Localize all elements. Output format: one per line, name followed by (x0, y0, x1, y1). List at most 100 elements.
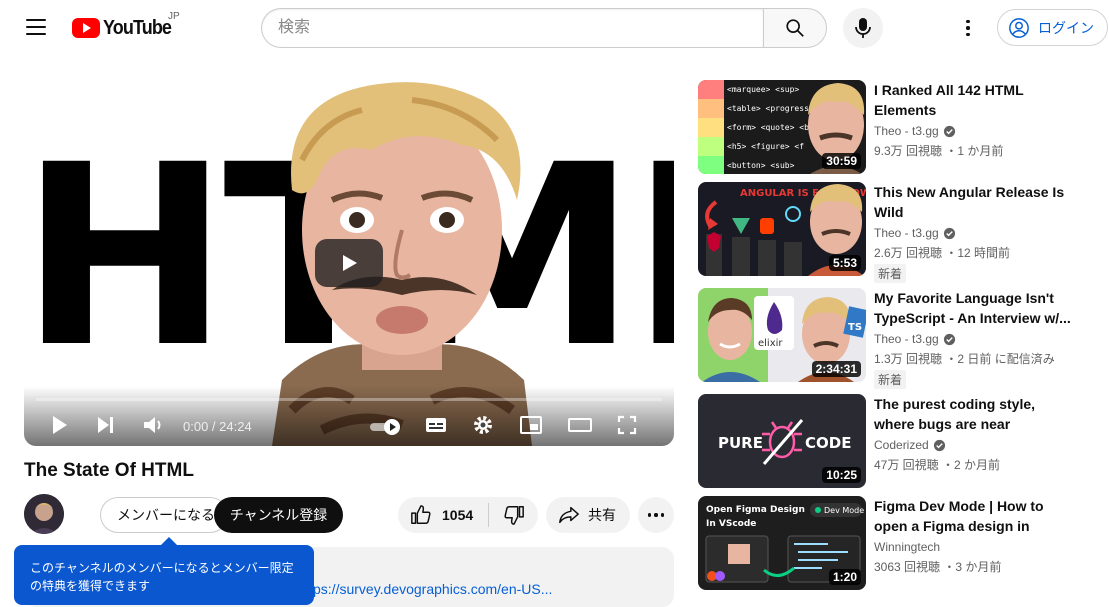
recommendation-channel[interactable]: Coderized (874, 438, 946, 452)
recommendation-thumbnail: Open Figma Design In VScode Dev Mode 1:2… (698, 496, 866, 590)
channel-name: Winningtech (874, 540, 941, 554)
theater-mode-icon[interactable] (567, 414, 593, 436)
dislike-button[interactable] (489, 497, 538, 533)
recommendation-item[interactable]: <marquee> <sup> <table> <progress> <form… (698, 80, 1098, 176)
share-icon (559, 506, 579, 524)
thumbs-down-icon (503, 506, 524, 525)
recommendation-channel[interactable]: Theo - t3.gg (874, 226, 956, 240)
miniplayer-icon[interactable] (519, 414, 543, 436)
autoplay-toggle-icon[interactable] (368, 417, 404, 437)
settings-more-icon[interactable] (954, 14, 982, 42)
video-title: The State Of HTML (24, 460, 194, 481)
recommendation-channel[interactable]: Winningtech (874, 540, 940, 554)
masthead: YouTube JP ログイン (0, 0, 1109, 56)
play-icon[interactable] (48, 414, 70, 436)
description-link[interactable]: ps://survey.devographics.com/en-US... (313, 581, 552, 597)
login-label: ログイン (1038, 19, 1094, 36)
recommendation-item[interactable]: ANGULAR IS FAST NOW?? 5:53 This New Angu… (698, 182, 1098, 283)
recommendation-title: My Favorite Language Isn't TypeScript - … (874, 290, 1071, 326)
tooltip-line-1: このチャンネルのメンバーになるとメンバー限定 (30, 561, 294, 575)
share-button[interactable]: 共有 (546, 497, 630, 533)
dev-mode-label: Dev Mode (824, 506, 864, 515)
menu-icon[interactable] (20, 14, 52, 42)
search-input[interactable] (261, 8, 763, 48)
more-actions-button[interactable] (638, 497, 674, 533)
channel-avatar[interactable] (24, 494, 64, 534)
new-badge: 新着 (874, 264, 907, 283)
recommendation-meta: 2.6万 回視聴 ・12 時間前 (874, 246, 1011, 260)
thumbnail-caption: In VScode (706, 519, 756, 529)
search-button[interactable] (763, 8, 827, 48)
video-player[interactable]: HTML 0:00 / 24:24 (24, 80, 674, 446)
play-logo-icon (72, 18, 100, 38)
tier-tag: <button> <sub> (727, 161, 795, 170)
account-icon (1009, 17, 1029, 38)
voice-search-button[interactable] (843, 8, 883, 48)
settings-gear-icon[interactable] (472, 414, 494, 436)
channel-name: Coderized (874, 438, 929, 452)
share-label: 共有 (588, 507, 616, 523)
recommendation-thumbnail: <marquee> <sup> <table> <progress> <form… (698, 80, 866, 174)
tier-tag: <h5> <figure> <f (727, 142, 804, 151)
recommendation-meta: 1.3万 回視聴 ・2 日前 に配信済み (874, 352, 1055, 366)
recommendation-title: I Ranked All 142 HTML Elements (874, 82, 1024, 118)
volume-icon[interactable] (142, 414, 166, 436)
recommendation-title: Figma Dev Mode | How to open a Figma des… (874, 498, 1044, 534)
region-label: JP (168, 11, 180, 22)
recommendation-thumbnail: ANGULAR IS FAST NOW?? 5:53 (698, 182, 866, 276)
youtube-logo[interactable]: YouTube JP (72, 11, 180, 41)
video-duration: 10:25 (822, 467, 861, 483)
tier-tag: <table> <progress> (727, 104, 814, 113)
progress-bar[interactable] (36, 398, 662, 401)
join-member-button[interactable]: メンバーになる (100, 497, 228, 533)
search-bar (261, 8, 827, 48)
like-dislike-group: 1054 (398, 497, 538, 533)
thumbnail-word: PURE (718, 434, 763, 452)
channel-name: Theo - t3.gg (874, 226, 939, 240)
subscribe-label: チャンネル登録 (229, 507, 328, 523)
tier-tag: <marquee> <sup> (727, 85, 799, 94)
recommendation-item[interactable]: PURE CODE 10:25 The purest coding style,… (698, 394, 1098, 490)
recommendation-title: This New Angular Release Is Wild (874, 184, 1065, 220)
recommendation-channel[interactable]: Theo - t3.gg (874, 332, 956, 346)
video-duration: 2:34:31 (811, 361, 861, 377)
login-button[interactable]: ログイン (997, 9, 1108, 46)
center-play-button[interactable] (315, 239, 383, 287)
recommendation-meta: 3063 回視聴 ・3 か月前 (874, 560, 1002, 574)
time-display: 0:00 / 24:24 (183, 419, 252, 434)
verified-check-icon (943, 333, 955, 345)
join-member-label: メンバーになる (117, 507, 215, 523)
like-count: 1054 (442, 507, 474, 523)
elixir-logo-text: elixir (758, 338, 783, 349)
thumbs-up-icon (411, 505, 431, 524)
recommendation-thumbnail: PURE CODE 10:25 (698, 394, 866, 488)
recommendation-channel[interactable]: Theo - t3.gg (874, 124, 956, 138)
video-duration: 1:20 (828, 569, 861, 585)
microphone-icon (855, 18, 871, 38)
thumbnail-caption: Open Figma Design (706, 505, 805, 515)
subscribe-button[interactable]: チャンネル登録 (214, 497, 343, 533)
like-button[interactable]: 1054 (398, 497, 488, 533)
play-icon (343, 255, 357, 271)
fullscreen-icon[interactable] (616, 414, 638, 436)
recommendation-title: The purest coding style, where bugs are … (874, 396, 1036, 432)
verified-check-icon (933, 439, 945, 451)
recommendation-item[interactable]: Open Figma Design In VScode Dev Mode 1:2… (698, 496, 1098, 592)
video-duration: 5:53 (828, 255, 861, 271)
logo-text: YouTube (103, 16, 172, 39)
player-controls: 0:00 / 24:24 (24, 386, 674, 446)
search-icon (786, 19, 804, 37)
tier-tag: <form> <quote> <b> (727, 123, 814, 132)
thumbnail-word: CODE (805, 434, 851, 452)
recommendation-item[interactable]: elixir TS 2:34:31 My Favorite Language I… (698, 288, 1098, 389)
verified-check-icon (943, 125, 955, 137)
membership-tooltip: このチャンネルのメンバーになるとメンバー限定 の特典を獲得できます (14, 537, 314, 605)
subtitles-icon[interactable] (424, 414, 448, 436)
next-video-icon[interactable] (94, 414, 116, 436)
current-time: 0:00 (183, 419, 209, 434)
tooltip-line-2: の特典を獲得できます (30, 579, 151, 593)
new-badge: 新着 (874, 370, 907, 389)
channel-name: Theo - t3.gg (874, 124, 939, 138)
channel-name: Theo - t3.gg (874, 332, 939, 346)
video-duration: 30:59 (822, 153, 861, 169)
